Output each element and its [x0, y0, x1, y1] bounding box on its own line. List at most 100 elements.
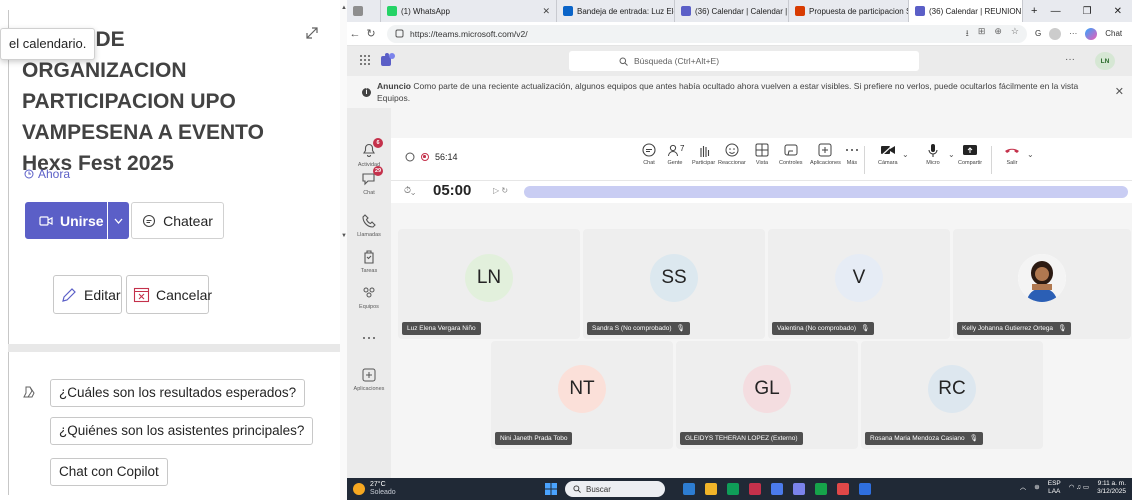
close-icon[interactable]: ✕: [542, 6, 550, 17]
toolbar-people-button[interactable]: 7 Gente: [666, 142, 685, 166]
people-count: 7: [680, 144, 685, 153]
rail-item[interactable]: 29 Chat: [347, 166, 391, 196]
rail-item[interactable]: Equipos: [347, 284, 391, 310]
participant-name: Luz Elena Vergara Niño: [407, 325, 476, 332]
taskbar-app-icon[interactable]: [837, 483, 849, 495]
participant-tile[interactable]: Kelly Johanna Gutierrez Ortega 🎙: [953, 229, 1131, 339]
browser-tab[interactable]: (36) Calendar | REUNION✕: [909, 0, 1023, 22]
mic-muted-icon: 🎙: [676, 325, 685, 332]
taskbar-app-icon[interactable]: [815, 483, 827, 495]
copilot-suggestion[interactable]: ¿Quiénes son los asistentes principales?: [50, 417, 314, 445]
join-button[interactable]: Unirse: [25, 202, 129, 239]
scroll-down-icon[interactable]: ▼: [341, 233, 347, 239]
participant-tile[interactable]: GL GLEIDYS TEHERAN LOPEZ (Externo): [676, 341, 858, 449]
participant-tile[interactable]: SS Sandra S (No comprobado) 🎙: [583, 229, 765, 339]
browser-tab[interactable]: (36) Calendar | Calendar | Micr✕: [675, 0, 789, 22]
network-tray-icon[interactable]: ⊛: [1034, 484, 1039, 492]
menu-icon[interactable]: ···: [1069, 29, 1077, 38]
zoom-icon[interactable]: ⊕: [994, 26, 1002, 42]
rail-item[interactable]: Aplicaciones: [347, 366, 391, 392]
address-bar[interactable]: https://teams.microsoft.com/v2/ ⭳ ⊞ ⊕ ☆: [387, 24, 1027, 43]
maximize-icon[interactable]: ❐: [1083, 6, 1092, 17]
toolbar-emoji-button[interactable]: Reaccionar: [718, 142, 746, 166]
participant-avatar: RC: [928, 365, 976, 413]
whatsapp-icon: [387, 6, 397, 16]
browser-tab[interactable]: (1) WhatsApp ✕: [381, 0, 557, 22]
teams-header: Búsqueda (Ctrl+Alt+E) ··· LN: [347, 46, 1132, 76]
participant-tile[interactable]: LN Luz Elena Vergara Niño: [398, 229, 580, 339]
toolbar-camera-button[interactable]: Cámara ⌄: [878, 142, 909, 166]
participant-tile[interactable]: V Valentina (No comprobado) 🎙: [768, 229, 950, 339]
toolbar-label: Aplicaciones: [810, 160, 841, 166]
more-icon[interactable]: ···: [1065, 54, 1075, 65]
wifi-icon[interactable]: ◠ ♫ ▭: [1069, 484, 1089, 492]
star-icon[interactable]: ☆: [1011, 26, 1019, 42]
install-icon[interactable]: ⊞: [978, 26, 986, 42]
rail-item[interactable]: [347, 329, 391, 347]
browser-tab[interactable]: Propuesta de participacion SE✕: [789, 0, 909, 22]
taskbar-search[interactable]: Buscar: [565, 481, 665, 497]
chevron-down-icon[interactable]: ⌄: [948, 150, 955, 159]
rail-item[interactable]: Llamadas: [347, 212, 391, 238]
toolbar-apps-button[interactable]: Aplicaciones: [810, 142, 841, 166]
toolbar-share-button[interactable]: Compartir: [958, 142, 982, 166]
profile-avatar[interactable]: [1049, 27, 1062, 40]
new-tab-button[interactable]: +: [1023, 0, 1045, 22]
chevron-up-icon[interactable]: ︿: [1020, 484, 1027, 492]
cancel-button[interactable]: Cancelar: [126, 275, 212, 314]
taskbar-app-icon[interactable]: [771, 483, 783, 495]
taskbar-app-icon[interactable]: [749, 483, 761, 495]
chat-button[interactable]: Chatear: [131, 202, 224, 239]
participant-tile[interactable]: NT Nini Janeth Prada Tobo: [491, 341, 673, 449]
clock[interactable]: 9:11 a. m. 3/12/2025: [1097, 480, 1126, 496]
edit-label: Editar: [84, 286, 121, 303]
close-icon[interactable]: ✕: [1115, 86, 1124, 98]
chevron-down-icon[interactable]: [108, 218, 129, 224]
user-avatar[interactable]: LN: [1095, 52, 1115, 70]
copilot-chat-button[interactable]: Chat con Copilot: [50, 458, 168, 486]
edit-button[interactable]: Editar: [53, 275, 122, 314]
toolbar-label: Más: [846, 160, 858, 166]
toolbar-raise-hand-button[interactable]: Participar: [692, 142, 715, 166]
reload-icon[interactable]: ↻: [363, 27, 379, 40]
copilot-browser-label[interactable]: Chat: [1105, 29, 1122, 38]
taskbar-app-icon[interactable]: [683, 483, 695, 495]
language-indicator[interactable]: ESP LAA: [1048, 480, 1061, 496]
rail-item[interactable]: 6 Actividad: [347, 138, 391, 168]
toolbar-grid-button[interactable]: Vista: [753, 142, 771, 166]
close-icon[interactable]: ✕: [1114, 6, 1122, 17]
participant-tile[interactable]: RC Rosana Maria Mendoza Casiano 🎙: [861, 341, 1043, 449]
app-launcher-icon[interactable]: [359, 54, 371, 66]
expand-icon[interactable]: [305, 26, 319, 40]
toolbar-mic-button[interactable]: Micro ⌄: [924, 142, 955, 166]
taskbar-app-icon[interactable]: [859, 483, 871, 495]
scrollbar[interactable]: ▲ ▼: [340, 0, 347, 500]
toolbar-chat-button[interactable]: Chat: [640, 142, 658, 166]
timer-icon[interactable]: ⏱⌄: [404, 185, 415, 196]
download-icon[interactable]: ⭳: [966, 26, 969, 42]
extension-icon[interactable]: G: [1035, 29, 1041, 38]
windows-start-icon[interactable]: [545, 483, 557, 495]
toolbar-controls-button[interactable]: Controles: [779, 142, 803, 166]
browser-tab[interactable]: [347, 0, 381, 22]
play-icon[interactable]: ▷ ↻: [493, 186, 508, 195]
chevron-down-icon[interactable]: ⌄: [902, 150, 909, 159]
taskbar-app-icon[interactable]: [727, 483, 739, 495]
browser-tab[interactable]: Bandeja de entrada: Luz Elena✕: [557, 0, 675, 22]
taskbar-app-icon[interactable]: [705, 483, 717, 495]
copilot-browser-icon[interactable]: [1085, 27, 1098, 40]
chevron-down-icon[interactable]: ⌄: [1027, 150, 1034, 159]
search-input[interactable]: Búsqueda (Ctrl+Alt+E): [569, 51, 919, 71]
minimize-icon[interactable]: —: [1051, 6, 1061, 17]
scroll-up-icon[interactable]: ▲: [341, 5, 347, 11]
back-icon[interactable]: ←: [347, 28, 363, 40]
rail-item[interactable]: Tareas: [347, 248, 391, 274]
site-info-icon[interactable]: [395, 29, 404, 38]
banner-text: Como parte de una reciente actualización…: [377, 81, 1079, 103]
taskbar-app-icon[interactable]: [793, 483, 805, 495]
toolbar-hangup-button[interactable]: Salir ⌄: [1003, 142, 1034, 166]
copilot-suggestion[interactable]: ¿Cuáles son los resultados esperados?: [50, 379, 306, 407]
toolbar-more-button[interactable]: Más: [843, 142, 861, 166]
weather-widget[interactable]: 27°C Soleado: [353, 481, 396, 497]
join-main[interactable]: Unirse: [25, 213, 107, 229]
